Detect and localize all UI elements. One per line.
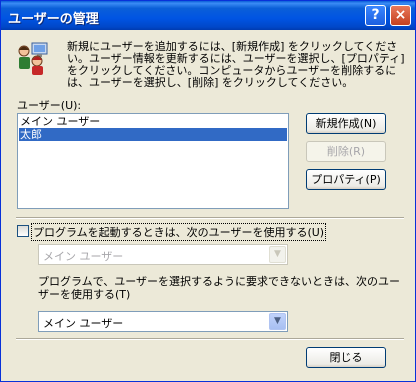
delete-button[interactable]: 削除(R) <box>306 141 386 162</box>
chevron-down-icon[interactable]: ▼ <box>269 246 286 263</box>
chevron-down-icon[interactable]: ▼ <box>269 313 286 330</box>
users-listbox[interactable]: メイン ユーザー 太郎 <box>17 113 289 209</box>
startup-user-value: メイン ユーザー <box>43 250 124 263</box>
manage-users-dialog: ユーザーの管理 ? × 新規にユーザーを追加するには、[新規作成] をクリックし… <box>0 0 416 382</box>
new-button[interactable]: 新規作成(N) <box>306 113 386 134</box>
startup-user-select[interactable]: メイン ユーザー ▼ <box>38 244 288 265</box>
help-button[interactable]: ? <box>365 5 386 26</box>
close-button[interactable]: 閉じる <box>306 347 386 368</box>
fallback-user-select[interactable]: メイン ユーザー ▼ <box>38 311 288 332</box>
users-icon <box>18 42 48 75</box>
users-label: ユーザー(U): <box>17 99 82 112</box>
info-text: 新規にユーザーを追加するには、[新規作成] をクリックしてください。ユーザー情報… <box>67 40 405 89</box>
list-item[interactable]: メイン ユーザー <box>19 115 287 128</box>
separator <box>16 217 404 219</box>
title-bar: ユーザーの管理 ? × <box>1 1 415 30</box>
list-item[interactable]: 太郎 <box>19 128 287 141</box>
use-user-checkbox-label[interactable]: プログラムを起動するときは、次のユーザーを使用する(U) <box>30 223 327 241</box>
fallback-description: プログラムで、ユーザーを選択するように要求できないときは、次のユーザーを使用する… <box>38 275 401 301</box>
separator <box>16 338 404 340</box>
close-window-button[interactable]: × <box>390 5 411 26</box>
window-title: ユーザーの管理 <box>8 12 99 27</box>
fallback-user-value: メイン ユーザー <box>43 317 124 330</box>
properties-button[interactable]: プロパティ(P) <box>306 169 386 190</box>
use-user-checkbox[interactable] <box>17 225 29 237</box>
